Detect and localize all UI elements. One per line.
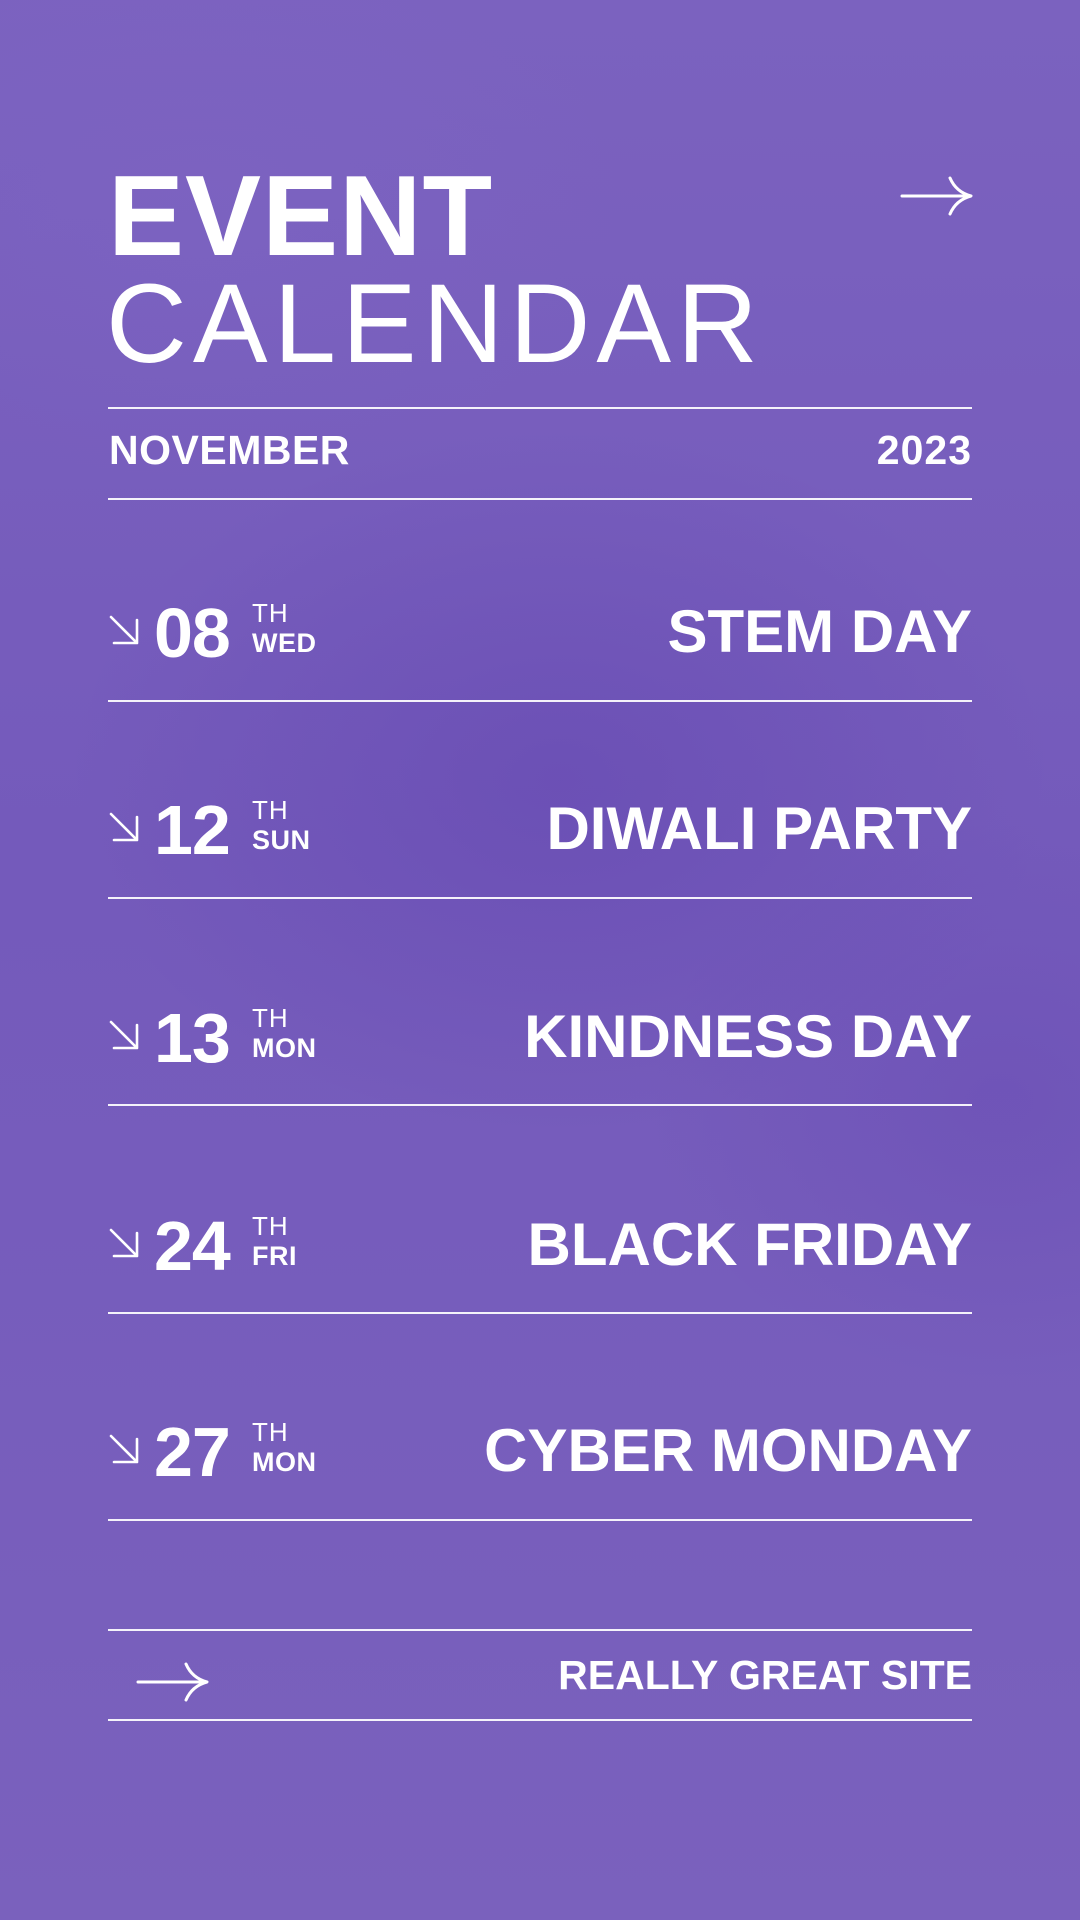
down-right-arrow-icon: [109, 1228, 139, 1258]
event-weekday: WED: [252, 628, 317, 658]
day-suffix: TH: [252, 1417, 289, 1447]
down-right-arrow-icon: [109, 812, 139, 842]
event-weekday: SUN: [252, 825, 311, 855]
divider: [108, 1104, 972, 1106]
down-right-arrow-icon: [109, 1020, 139, 1050]
down-right-arrow-icon: [109, 1434, 139, 1464]
event-weekday: MON: [252, 1033, 317, 1063]
day-suffix: TH: [252, 1211, 289, 1241]
divider: [108, 498, 972, 500]
divider: [108, 1519, 972, 1521]
event-row[interactable]: 27 TH MON CYBER MONDAY: [108, 1403, 972, 1499]
event-row[interactable]: 12 TH SUN DIWALI PARTY: [108, 781, 972, 877]
divider: [108, 700, 972, 702]
event-name: STEM DAY: [667, 598, 972, 665]
event-row[interactable]: 13 TH MON KINDNESS DAY: [108, 989, 972, 1085]
divider: [108, 1629, 972, 1631]
site-link[interactable]: REALLY GREAT SITE: [558, 1655, 972, 1696]
day-suffix: TH: [252, 795, 289, 825]
event-name: BLACK FRIDAY: [527, 1211, 972, 1278]
day-suffix: TH: [252, 1003, 289, 1033]
event-name: KINDNESS DAY: [524, 1003, 972, 1070]
divider: [108, 1719, 972, 1721]
title-calendar: CALENDAR: [106, 261, 764, 386]
event-weekday: FRI: [252, 1241, 297, 1271]
right-arrow-icon[interactable]: [900, 174, 974, 218]
event-name: CYBER MONDAY: [484, 1417, 972, 1484]
divider: [108, 407, 972, 409]
event-weekday: MON: [252, 1447, 317, 1477]
down-right-arrow-icon: [109, 615, 139, 645]
right-arrow-icon[interactable]: [136, 1660, 210, 1704]
divider: [108, 897, 972, 899]
divider: [108, 1312, 972, 1314]
event-name: DIWALI PARTY: [546, 795, 972, 862]
event-row[interactable]: 24 TH FRI BLACK FRIDAY: [108, 1197, 972, 1293]
year-label: 2023: [876, 427, 972, 473]
title-event: EVENT: [108, 153, 494, 280]
month-label: NOVEMBER: [109, 427, 350, 473]
event-row[interactable]: 08 TH WED STEM DAY: [108, 584, 972, 680]
day-suffix: TH: [252, 598, 289, 628]
